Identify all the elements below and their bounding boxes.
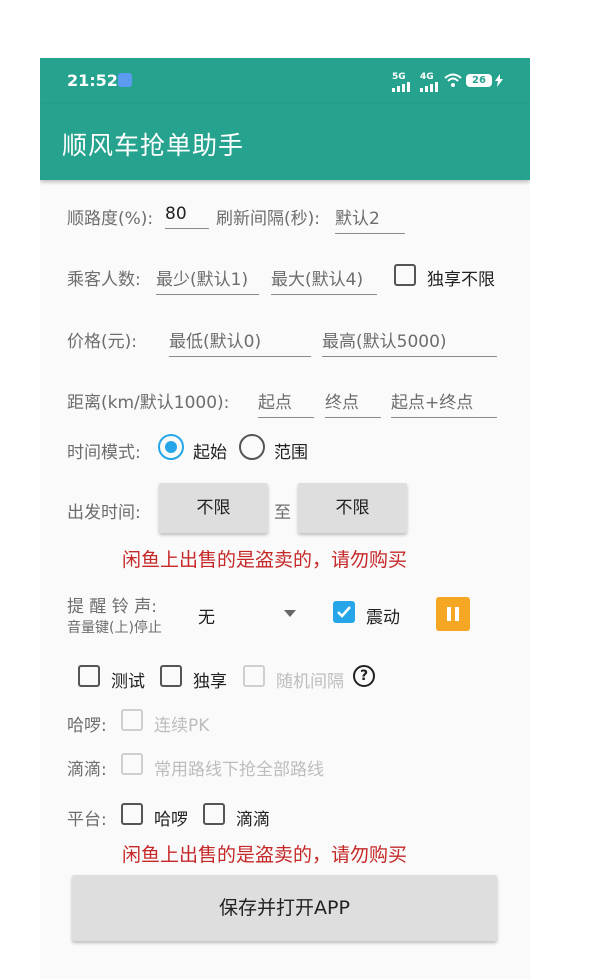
notification-icon bbox=[118, 73, 132, 87]
hello-label: 哈啰: bbox=[67, 716, 107, 736]
ringtone-select[interactable]: 无 bbox=[198, 603, 215, 628]
warning-text: 闲鱼上出售的是盗卖的，请勿购买 bbox=[122, 549, 408, 571]
time-mode-range-label: 范围 bbox=[274, 443, 308, 463]
refresh-label: 刷新间隔(秒): bbox=[216, 209, 320, 229]
price-min-input[interactable]: 最低(默认0) bbox=[169, 327, 311, 357]
check-icon bbox=[337, 606, 351, 618]
exclusive-unlimited-label: 独享不限 bbox=[427, 270, 495, 290]
warning-text: 闲鱼上出售的是盗卖的，请勿购买 bbox=[122, 844, 408, 866]
exclusive-label: 独享 bbox=[193, 672, 227, 692]
distance-end-input[interactable]: 终点 bbox=[325, 388, 381, 418]
all-routes-label: 常用路线下抢全部路线 bbox=[154, 760, 324, 780]
platform-didi-label: 滴滴 bbox=[236, 810, 270, 830]
random-interval-label: 随机间隔 bbox=[276, 672, 344, 692]
phone-screen: 21:52 5G 4G 26 顺风车抢单助手 顺路度(%): 80 刷新间隔(秒… bbox=[40, 58, 530, 979]
continuous-pk-checkbox[interactable] bbox=[121, 709, 143, 731]
passenger-label: 乘客人数: bbox=[67, 270, 141, 290]
platform-didi-checkbox[interactable] bbox=[203, 803, 225, 825]
all-routes-checkbox[interactable] bbox=[121, 753, 143, 775]
depart-to-button[interactable]: 不限 bbox=[298, 483, 407, 533]
random-interval-checkbox[interactable] bbox=[243, 665, 265, 687]
distance-label: 距离(km/默认1000): bbox=[67, 393, 230, 413]
depart-from-button[interactable]: 不限 bbox=[159, 483, 268, 533]
continuous-pk-label: 连续PK bbox=[154, 716, 210, 736]
signal-icon bbox=[420, 82, 438, 92]
price-max-input[interactable]: 最高(默认5000) bbox=[322, 327, 497, 357]
ringtone-hint: 音量键(上)停止 bbox=[67, 620, 162, 636]
vibrate-checkbox[interactable] bbox=[333, 601, 355, 623]
signal-icon bbox=[392, 82, 410, 92]
time-mode-label: 时间模式: bbox=[67, 443, 141, 463]
distance-both-input[interactable]: 起点+终点 bbox=[391, 388, 497, 418]
platform-label: 平台: bbox=[67, 810, 107, 830]
passenger-max-input[interactable]: 最大(默认4) bbox=[271, 265, 377, 295]
detour-input[interactable]: 80 bbox=[165, 204, 209, 229]
detour-label: 顺路度(%): bbox=[67, 209, 154, 229]
wifi-icon bbox=[444, 73, 462, 87]
exclusive-checkbox[interactable] bbox=[160, 665, 182, 687]
vibrate-label: 震动 bbox=[366, 608, 400, 628]
time-mode-start-radio[interactable] bbox=[158, 434, 184, 460]
ringtone-label: 提 醒 铃 声: bbox=[67, 597, 157, 617]
distance-start-input[interactable]: 起点 bbox=[258, 388, 314, 418]
net-4g-label: 4G bbox=[420, 72, 434, 82]
charging-icon bbox=[495, 74, 503, 87]
didi-label: 滴滴: bbox=[67, 760, 107, 780]
platform-hello-label: 哈啰 bbox=[154, 810, 188, 830]
test-label: 测试 bbox=[111, 672, 145, 692]
time-mode-range-radio[interactable] bbox=[239, 434, 265, 460]
test-checkbox[interactable] bbox=[78, 665, 100, 687]
status-bar: 21:52 5G 4G 26 bbox=[40, 58, 530, 104]
chevron-down-icon[interactable] bbox=[284, 610, 296, 617]
exclusive-unlimited-checkbox[interactable] bbox=[394, 264, 416, 286]
pause-button[interactable] bbox=[436, 597, 470, 631]
passenger-min-input[interactable]: 最少(默认1) bbox=[156, 265, 259, 295]
net-5g-label: 5G bbox=[392, 72, 406, 82]
time-mode-start-label: 起始 bbox=[193, 443, 227, 463]
depart-time-label: 出发时间: bbox=[67, 503, 141, 523]
app-bar: 顺风车抢单助手 bbox=[40, 104, 530, 180]
refresh-input[interactable]: 默认2 bbox=[335, 204, 405, 234]
help-icon[interactable]: ? bbox=[353, 665, 375, 687]
price-label: 价格(元): bbox=[67, 332, 137, 352]
depart-to-label: 至 bbox=[274, 503, 291, 523]
save-open-app-button[interactable]: 保存并打开APP bbox=[72, 875, 497, 941]
status-time: 21:52 bbox=[67, 71, 118, 90]
app-title: 顺风车抢单助手 bbox=[62, 131, 245, 160]
platform-hello-checkbox[interactable] bbox=[121, 803, 143, 825]
battery-indicator: 26 bbox=[466, 74, 492, 87]
